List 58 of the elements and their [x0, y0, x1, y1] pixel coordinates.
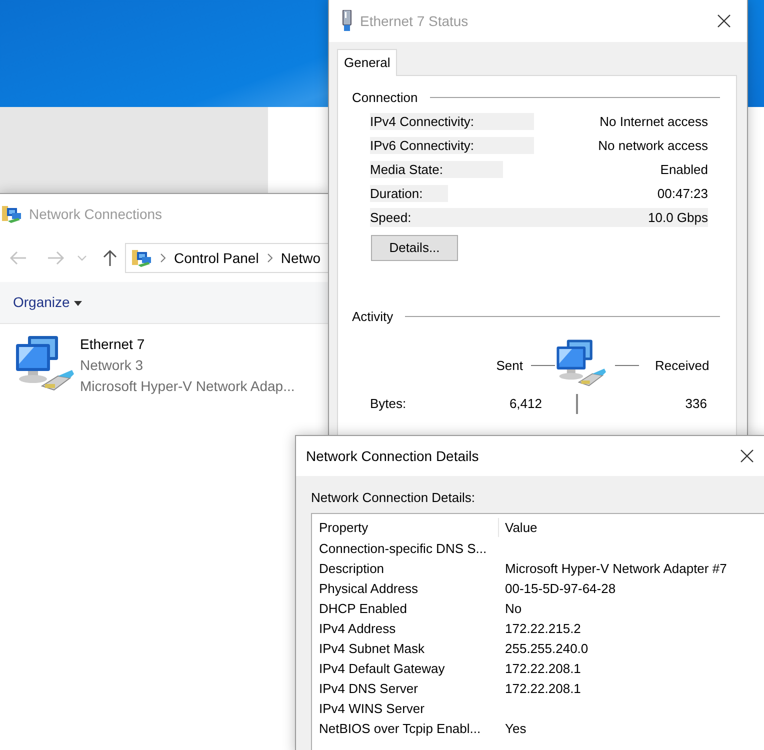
- window-title: Ethernet 7 Status: [360, 12, 468, 30]
- field-value: No network access: [598, 136, 708, 155]
- chevron-right-icon: [160, 253, 166, 263]
- column-header[interactable]: Value: [498, 518, 764, 538]
- field-label: IPv6 Connectivity:: [370, 137, 534, 154]
- field-label: Duration:: [370, 185, 448, 202]
- property-cell-text: IPv4 WINS Server: [319, 700, 426, 718]
- column-header[interactable]: Property: [319, 518, 498, 538]
- network-folder-icon: [132, 249, 152, 267]
- property-cell-text: Description: [319, 560, 386, 578]
- property-cell-text: IPv4 Default Gateway: [319, 660, 446, 678]
- property-cell-text: IPv4 Subnet Mask: [319, 640, 426, 658]
- group-heading: Connection: [352, 88, 418, 106]
- value-cell-text: No: [504, 600, 523, 618]
- address-bar[interactable]: Control Panel Netwo: [125, 243, 328, 273]
- breadcrumb-item[interactable]: Netwo: [280, 248, 321, 268]
- window-title: Network Connection Details: [306, 446, 479, 466]
- field-value: No Internet access: [600, 112, 708, 131]
- details-button[interactable]: Details...: [371, 235, 458, 261]
- property-cell-text: DHCP Enabled: [319, 600, 408, 618]
- value-cell-text: 172.22.208.1: [504, 680, 582, 698]
- field-label: IPv4 Connectivity:: [370, 113, 534, 130]
- row-label: Bytes:: [370, 394, 408, 413]
- value-cell-text: Yes: [504, 720, 528, 738]
- field-label: Speed:: [370, 209, 412, 226]
- property-cell-text: NetBIOS over Tcpip Enabl...: [319, 720, 482, 738]
- caret-icon: [74, 300, 82, 306]
- window-title: Network Connections: [29, 204, 162, 224]
- group-heading: Activity: [352, 308, 394, 326]
- received-count: 336: [684, 394, 707, 413]
- value-cell-text: 00-15-5D-97-64-28: [504, 580, 617, 598]
- chevron-right-icon: [266, 253, 273, 263]
- close-icon[interactable]: [717, 14, 731, 28]
- value-cell-text: Microsoft Hyper-V Network Adapter #7: [504, 560, 728, 578]
- list-caption: Network Connection Details:: [311, 489, 476, 507]
- adapter-name: Microsoft Hyper-V Network Adap...: [80, 377, 295, 396]
- tab[interactable]: General: [337, 49, 398, 76]
- property-cell-text: IPv4 Address: [319, 620, 397, 638]
- field-value: 10.0 Gbps: [648, 208, 708, 227]
- network-name: Network 3: [80, 356, 144, 375]
- network-folder-icon: [2, 205, 22, 223]
- value-cell-text: 172.22.215.2: [504, 620, 582, 638]
- organize-menu[interactable]: Organize: [13, 292, 82, 313]
- property-cell-text: Connection-specific DNS S...: [319, 540, 488, 558]
- field-value: 00:47:23: [657, 184, 708, 203]
- property-cell-text: Physical Address: [319, 580, 419, 598]
- sent-label: Sent: [496, 356, 523, 375]
- received-label: Received: [655, 356, 710, 375]
- value-cell-text: 255.255.240.0: [504, 640, 590, 658]
- value-cell-text: 172.22.208.1: [504, 660, 582, 678]
- property-cell-text: IPv4 DNS Server: [319, 680, 419, 698]
- field-label: Media State:: [370, 161, 503, 178]
- connection-name[interactable]: Ethernet 7: [80, 334, 295, 355]
- field-value: Enabled: [660, 160, 708, 179]
- ethernet-plug-icon: [341, 10, 353, 32]
- sent-count: 6,412: [508, 394, 542, 413]
- breadcrumb-item[interactable]: Control Panel: [174, 248, 259, 268]
- close-icon[interactable]: [740, 449, 754, 463]
